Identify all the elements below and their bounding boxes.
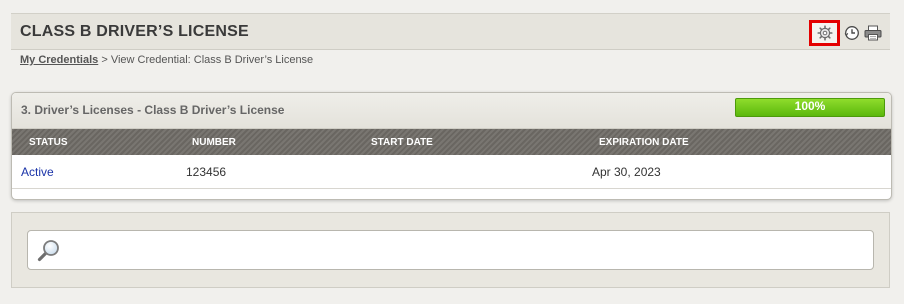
credential-panel: 3. Driver’s Licenses - Class B Driver’s … — [11, 92, 892, 200]
search-panel — [11, 212, 890, 288]
breadcrumb-my-credentials-link[interactable]: My Credentials — [20, 54, 98, 66]
history-button[interactable] — [844, 25, 860, 41]
column-header-expiration-date: EXPIRATION DATE — [599, 137, 689, 148]
status-link[interactable]: Active — [21, 165, 54, 179]
table-row: Active 123456 Apr 30, 2023 — [12, 155, 891, 189]
table-header: STATUS NUMBER START DATE EXPIRATION DATE — [12, 129, 891, 155]
column-header-number: NUMBER — [192, 137, 236, 148]
history-icon — [844, 26, 859, 40]
number-cell: 123456 — [186, 165, 227, 179]
search-box — [27, 230, 874, 270]
page-header: CLASS B DRIVER’S LICENSE — [11, 13, 890, 50]
print-icon — [864, 25, 882, 41]
print-button[interactable] — [864, 25, 882, 41]
search-input[interactable] — [72, 236, 866, 266]
header-toolbar — [809, 20, 882, 46]
gear-icon — [816, 25, 833, 41]
progress-bar: 100% — [735, 98, 885, 117]
search-icon — [37, 240, 59, 262]
column-header-status: STATUS — [29, 137, 68, 148]
credential-title: 3. Driver’s Licenses - Class B Driver’s … — [21, 103, 285, 117]
column-header-start-date: START DATE — [371, 137, 433, 148]
page-title: CLASS B DRIVER’S LICENSE — [20, 23, 249, 40]
breadcrumb-separator: > — [101, 54, 108, 66]
expiration-date-cell: Apr 30, 2023 — [592, 165, 661, 179]
breadcrumb-current: View Credential: Class B Driver’s Licens… — [110, 54, 314, 66]
credential-panel-header: 3. Driver’s Licenses - Class B Driver’s … — [12, 93, 891, 129]
breadcrumb: My Credentials > View Credential: Class … — [20, 54, 313, 66]
settings-button[interactable] — [809, 20, 840, 46]
